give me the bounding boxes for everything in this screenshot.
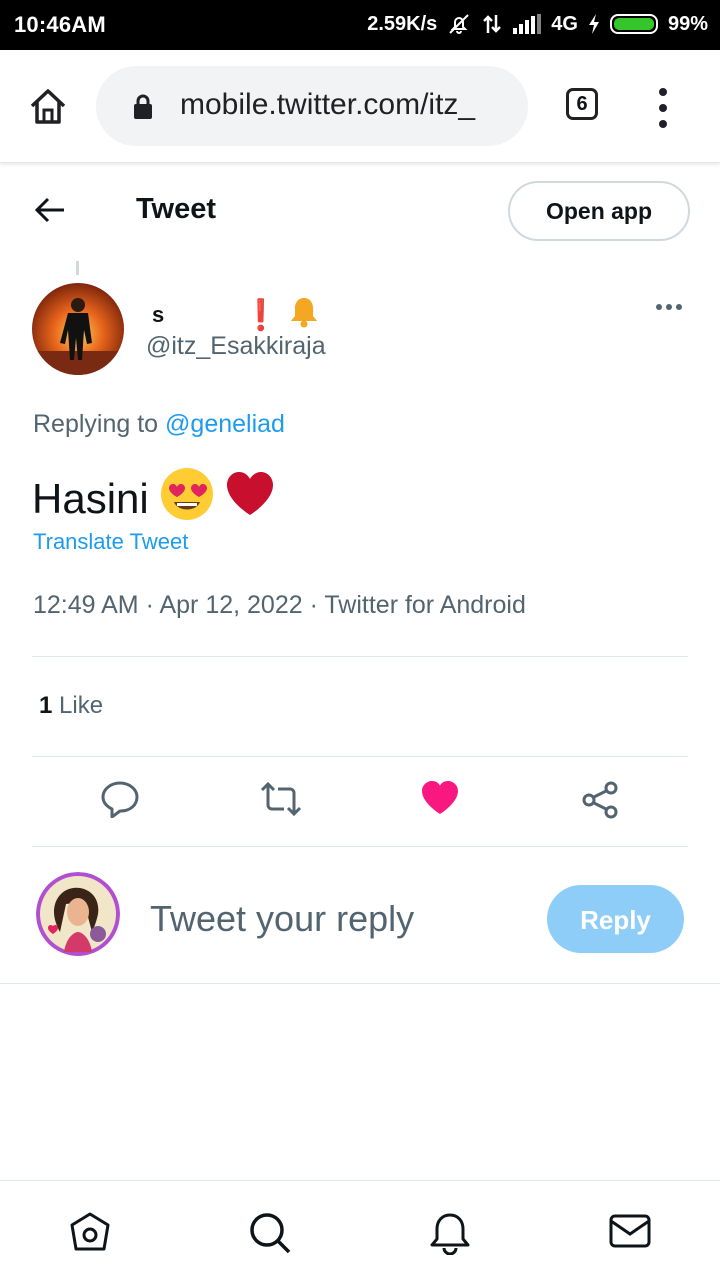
status-right: 2.59K/s 4G 99% [367,12,708,36]
charging-icon [588,14,600,34]
likes-count[interactable]: 1 Like [39,692,103,720]
divider [32,656,688,657]
open-app-button[interactable]: Open app [508,181,690,241]
status-bar: 10:46AM 2.59K/s 4G 99% [0,0,720,50]
reply-input[interactable]: Tweet your reply [150,898,414,940]
url-bar[interactable]: mobile.twitter.com/itz_ [96,66,528,146]
tweet-timestamp[interactable]: 12:49 AM · Apr 12, 2022 · Twitter for An… [33,591,526,620]
translate-tweet-link[interactable]: Translate Tweet [33,529,188,555]
back-arrow-icon[interactable] [34,195,66,230]
mute-bell-icon [447,12,471,36]
tweet-text-content: Hasini [32,475,149,522]
exclamation-emoji: ❗ [242,298,280,332]
author-name[interactable]: s ❗ [152,296,319,334]
bell-emoji-icon [289,296,319,334]
thread-line [76,261,79,275]
nav-home-icon[interactable] [68,1211,112,1258]
home-icon[interactable] [28,88,68,126]
menu-icon[interactable] [656,88,670,128]
replying-mention-link[interactable]: @geneliad [165,410,285,438]
author-avatar[interactable] [32,283,124,375]
nav-search-icon[interactable] [248,1211,292,1260]
nav-notifications-icon[interactable] [428,1211,472,1260]
like-icon[interactable] [420,780,460,821]
tweet-header: Tweet Open app [0,163,720,258]
like-count-number: 1 [39,692,53,719]
nav-messages-icon[interactable] [608,1211,652,1256]
tweet-text: Hasini [32,466,275,532]
like-count-label: Like [59,692,104,719]
red-heart-emoji-icon [225,471,275,527]
browser-toolbar: mobile.twitter.com/itz_ 6 [0,50,720,163]
reply-icon[interactable] [100,780,140,823]
divider [32,846,688,847]
page-title: Tweet [136,193,217,225]
retweet-icon[interactable] [258,780,304,823]
battery-level: 99% [667,12,708,35]
signal-icon [513,14,542,34]
user-avatar[interactable] [36,872,120,956]
replying-to: Replying to @geneliad [33,410,285,439]
share-icon[interactable] [580,780,620,825]
lock-icon [132,94,154,125]
tweet-actions [0,772,720,832]
heart-eyes-emoji-icon [159,466,215,532]
more-icon[interactable] [656,304,682,310]
replying-prefix: Replying to [33,410,159,438]
network-type: 4G [551,12,578,35]
author-handle[interactable]: @itz_Esakkiraja [146,332,326,361]
data-transfer-icon [481,13,503,35]
url-text: mobile.twitter.com/itz_ [180,88,476,121]
tab-switcher-button[interactable]: 6 [566,88,598,120]
net-speed: 2.59K/s [367,12,438,35]
status-time: 10:46AM [14,12,106,37]
divider [0,983,720,984]
divider [32,756,688,757]
battery-icon [609,14,658,34]
reply-button[interactable]: Reply [547,885,684,953]
bottom-nav [0,1180,720,1281]
author-display-name: s [152,302,165,327]
